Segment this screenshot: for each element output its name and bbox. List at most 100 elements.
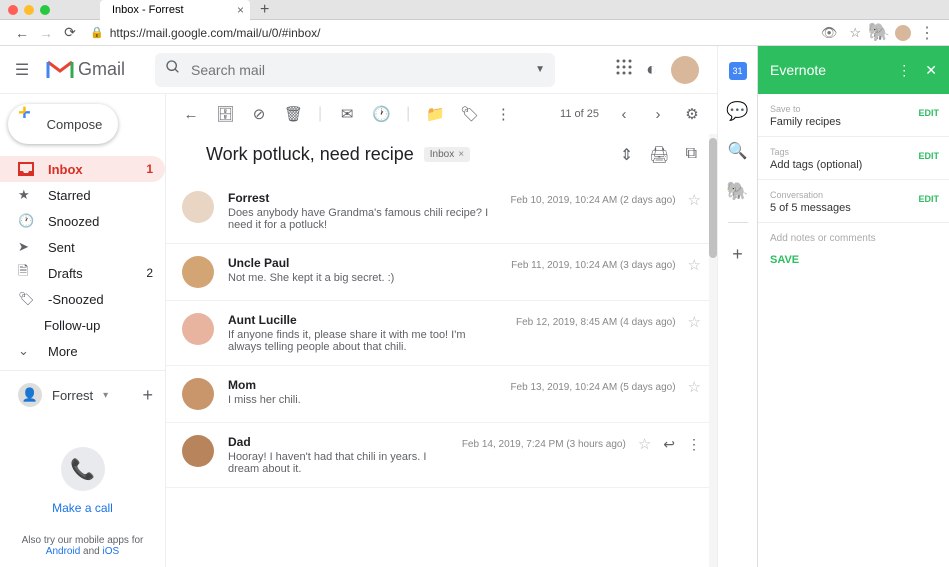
tags-edit-button[interactable]: EDIT [918, 151, 939, 161]
message-row[interactable]: Forrest Does anybody have Grandma's famou… [166, 179, 717, 244]
sidebar-item-followup[interactable]: Follow-up [0, 312, 165, 338]
tab-close-icon[interactable]: × [237, 3, 244, 17]
star-message-icon[interactable]: ☆ [688, 378, 701, 396]
address-bar[interactable]: 🔒 https://mail.google.com/mail/u/0/#inbo… [90, 26, 807, 40]
prev-thread-icon[interactable]: ‹ [615, 106, 633, 123]
toolbar-divider: | [406, 105, 410, 123]
tags-label: Tags [770, 147, 937, 157]
gmail-header: ☰ Gmail ▼ ◐ [0, 46, 717, 94]
apps-grid-icon[interactable] [616, 59, 632, 80]
star-message-icon[interactable]: ☆ [688, 191, 701, 209]
message-snippet: I miss her chili. [228, 394, 496, 406]
search-input[interactable] [191, 62, 535, 78]
gmail-logo[interactable]: Gmail [46, 59, 125, 80]
make-call-link[interactable]: Make a call [10, 501, 155, 515]
open-new-window-icon[interactable]: ⧉ [686, 145, 697, 165]
hangouts-call-icon[interactable]: 📞 [61, 447, 105, 491]
minimize-window-button[interactable] [24, 5, 34, 15]
star-message-icon[interactable]: ☆ [688, 256, 701, 274]
main-menu-icon[interactable]: ☰ [10, 60, 34, 80]
notifications-icon[interactable]: ◐ [646, 59, 657, 80]
evernote-tags-section[interactable]: Tags Add tags (optional) EDIT [758, 137, 949, 180]
file-icon: 🗎 [18, 262, 34, 284]
incognito-icon[interactable]: 👁 [821, 25, 838, 41]
compose-button[interactable]: Compose [8, 104, 118, 144]
close-window-button[interactable] [8, 5, 18, 15]
sidebar-item-starred[interactable]: ★ Starred [0, 182, 165, 208]
browser-tab[interactable]: Inbox - Forrest × [100, 0, 250, 20]
add-contact-icon[interactable]: + [142, 385, 153, 406]
message-row[interactable]: Aunt LucilleIf anyone finds it, please s… [166, 301, 717, 366]
evernote-addon-icon[interactable]: 🐘 [729, 182, 747, 200]
sender-name: Mom [228, 378, 496, 392]
move-to-icon[interactable]: 📁 [426, 105, 444, 123]
reload-button[interactable]: ⟳ [58, 24, 82, 41]
message-row[interactable]: DadHooray! I haven't had that chili in y… [166, 423, 717, 488]
new-tab-button[interactable]: + [260, 1, 269, 19]
scrollbar[interactable] [709, 134, 717, 567]
sidebar-item-snoozed[interactable]: 🕐 Snoozed [0, 208, 165, 234]
snooze-icon[interactable]: 🕐 [372, 105, 390, 123]
sender-name: Uncle Paul [228, 256, 497, 270]
scrollbar-thumb[interactable] [709, 138, 717, 258]
ios-link[interactable]: iOS [103, 546, 120, 557]
evernote-close-icon[interactable]: ✕ [925, 62, 937, 79]
star-message-icon[interactable]: ☆ [638, 435, 651, 453]
user-dropdown-icon[interactable]: ▾ [103, 390, 108, 401]
print-icon[interactable]: 🖨 [649, 145, 669, 165]
calendar-addon-icon[interactable]: 31 [729, 62, 747, 80]
message-snippet: Hooray! I haven't had that chili in year… [228, 451, 448, 475]
sidebar-item-inbox[interactable]: Inbox 1 [0, 156, 165, 182]
delete-icon[interactable]: 🗑 [284, 105, 302, 123]
label-remove-icon[interactable]: × [458, 149, 464, 160]
bookmark-star-icon[interactable]: ☆ [849, 25, 861, 41]
evernote-notes-input[interactable]: Add notes or comments [758, 223, 949, 254]
message-snippet: Does anybody have Grandma's famous chili… [228, 207, 496, 231]
back-button[interactable]: ← [10, 25, 34, 41]
reply-icon[interactable]: ↩ [663, 436, 675, 453]
add-addon-icon[interactable]: + [729, 245, 747, 263]
account-avatar[interactable] [671, 56, 699, 84]
evernote-menu-icon[interactable]: ⋮ [897, 62, 911, 79]
sidebar-user-row[interactable]: 👤 Forrest ▾ + [0, 377, 165, 413]
evernote-panel: Evernote ⋮ ✕ Save to Family recipes EDIT… [757, 46, 949, 567]
tasks-addon-icon[interactable]: 🔍 [729, 142, 747, 160]
rail-divider [728, 222, 748, 223]
star-message-icon[interactable]: ☆ [688, 313, 701, 331]
label-chip[interactable]: Inbox × [424, 147, 470, 162]
message-row[interactable]: MomI miss her chili.Feb 13, 2019, 10:24 … [166, 366, 717, 423]
next-thread-icon[interactable]: › [649, 106, 667, 123]
message-more-icon[interactable]: ⋮ [687, 436, 701, 453]
keep-addon-icon[interactable]: 💬 [729, 102, 747, 120]
search-box[interactable]: ▼ [155, 53, 555, 87]
thread-count: 11 of 25 [560, 108, 599, 120]
conversation-edit-button[interactable]: EDIT [918, 194, 939, 204]
browser-menu-icon[interactable]: ⋮ [919, 25, 935, 41]
android-link[interactable]: Android [46, 546, 80, 557]
evernote-conversation-section[interactable]: Conversation 5 of 5 messages EDIT [758, 180, 949, 223]
mark-unread-icon[interactable]: ✉ [338, 105, 356, 123]
sender-name: Forrest [228, 191, 496, 205]
labels-icon[interactable]: 🏷 [460, 105, 478, 123]
spam-icon[interactable]: ⊘ [250, 105, 268, 123]
sidebar-item-more[interactable]: ⌄ More [0, 338, 165, 364]
sidebar-item-snoozed-label[interactable]: 🏷 -Snoozed [0, 286, 165, 312]
message-row[interactable]: Uncle PaulNot me. She kept it a big secr… [166, 244, 717, 301]
evernote-saveto-section[interactable]: Save to Family recipes EDIT [758, 94, 949, 137]
plus-icon [20, 113, 37, 136]
back-arrow-icon[interactable]: ← [182, 106, 200, 123]
settings-gear-icon[interactable]: ⚙ [683, 105, 701, 123]
inbox-icon [18, 162, 34, 176]
profile-extension-icon[interactable] [895, 25, 911, 41]
saveto-edit-button[interactable]: EDIT [918, 108, 939, 118]
sidebar-item-drafts[interactable]: 🗎 Drafts 2 [0, 260, 165, 286]
evernote-extension-icon[interactable]: 🐘 [871, 25, 887, 41]
more-icon[interactable]: ⋮ [494, 105, 512, 123]
expand-all-icon[interactable]: ⇕ [620, 145, 633, 165]
evernote-save-button[interactable]: SAVE [758, 254, 949, 266]
archive-icon[interactable]: 🗄 [216, 105, 234, 123]
forward-button[interactable]: → [34, 25, 58, 41]
maximize-window-button[interactable] [40, 5, 50, 15]
search-dropdown-icon[interactable]: ▼ [535, 64, 545, 75]
sidebar-item-sent[interactable]: ➤ Sent [0, 234, 165, 260]
